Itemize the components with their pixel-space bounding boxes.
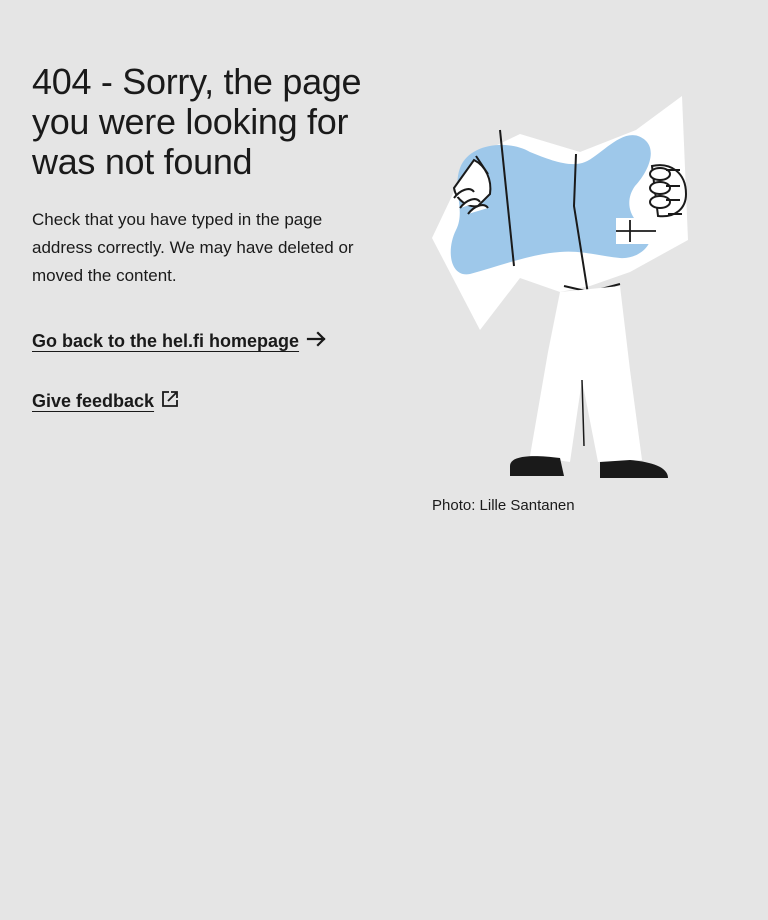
left-shoe xyxy=(510,456,564,476)
external-link-icon xyxy=(160,389,180,414)
give-feedback-link[interactable]: Give feedback xyxy=(32,389,180,414)
person-reading-map-illustration xyxy=(432,96,688,478)
arrow-right-icon xyxy=(305,327,329,356)
homepage-link-label: Go back to the hel.fi homepage xyxy=(32,331,300,351)
homepage-link[interactable]: Go back to the hel.fi homepage xyxy=(32,327,329,356)
photo-caption: Photo: Lille Santanen xyxy=(432,497,575,514)
right-shoe xyxy=(600,460,668,478)
give-feedback-label: Give feedback xyxy=(32,391,155,411)
error-page: 404 - Sorry, the page you were looking f… xyxy=(0,0,768,920)
error-description: Check that you have typed in the page ad… xyxy=(32,210,354,285)
trousers xyxy=(530,286,642,462)
error-content: 404 - Sorry, the page you were looking f… xyxy=(32,62,404,290)
page-title: 404 - Sorry, the page you were looking f… xyxy=(32,61,362,182)
